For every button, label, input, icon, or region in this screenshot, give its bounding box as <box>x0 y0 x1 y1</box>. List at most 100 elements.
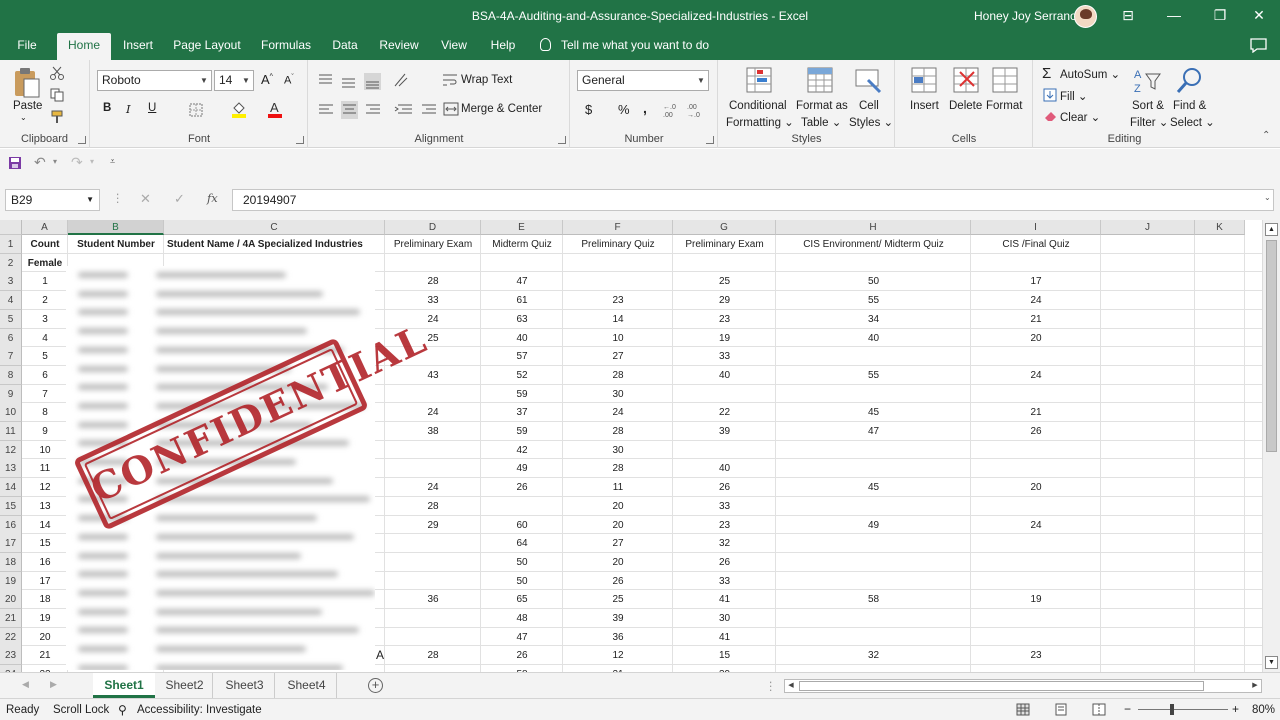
table-cell[interactable]: 39 <box>673 422 776 441</box>
column-title-cell[interactable]: Student Name / 4A Specialized Industries <box>164 235 385 254</box>
expand-formula-bar-icon[interactable]: ⌄ <box>1264 193 1271 202</box>
row-header[interactable]: 16 <box>0 516 22 535</box>
tab-page-layout[interactable]: Page Layout <box>170 33 244 60</box>
table-cell[interactable]: 26 <box>563 572 673 591</box>
table-cell[interactable]: 55 <box>776 366 971 385</box>
table-cell[interactable]: 26 <box>971 422 1101 441</box>
row-header[interactable]: 24 <box>0 665 22 672</box>
table-cell[interactable]: 33 <box>673 347 776 366</box>
tab-data[interactable]: Data <box>326 33 364 60</box>
row-header[interactable]: 8 <box>0 366 22 385</box>
column-header-g[interactable]: G <box>673 220 776 235</box>
table-cell[interactable]: 37 <box>481 403 563 422</box>
table-cell[interactable]: 15 <box>22 534 68 553</box>
table-cell[interactable]: 10 <box>22 441 68 460</box>
tell-me-search[interactable]: Tell me what you want to do <box>540 38 709 52</box>
tab-formulas[interactable]: Formulas <box>254 33 318 60</box>
table-cell[interactable]: 60 <box>481 516 563 535</box>
table-cell[interactable]: 24 <box>563 403 673 422</box>
decimal-icons[interactable]: ←.0.00.00→.0 <box>663 102 709 118</box>
table-cell[interactable]: 34 <box>776 310 971 329</box>
table-cell[interactable]: 30 <box>563 385 673 404</box>
format-as-table-line2[interactable]: Table ⌄ <box>801 115 841 129</box>
table-cell[interactable]: 27 <box>563 347 673 366</box>
table-cell[interactable]: 14 <box>22 516 68 535</box>
table-cell[interactable]: 47 <box>481 628 563 647</box>
row-header[interactable]: 2 <box>0 254 22 273</box>
table-cell[interactable]: 2 <box>22 291 68 310</box>
page-break-view-icon[interactable] <box>1092 703 1106 716</box>
chevron-down-icon[interactable]: ▾ <box>90 157 94 166</box>
sort-filter-line2[interactable]: Filter ⌄ <box>1130 115 1168 129</box>
table-cell[interactable]: 40 <box>673 366 776 385</box>
delete-cells-icon[interactable] <box>952 66 980 96</box>
table-cell[interactable]: 21 <box>22 646 68 665</box>
chevron-down-icon[interactable]: ⌄ <box>20 113 27 122</box>
row-header[interactable]: 9 <box>0 385 22 404</box>
column-header-h[interactable]: H <box>776 220 971 235</box>
table-cell[interactable]: 41 <box>673 628 776 647</box>
table-cell[interactable]: 25 <box>563 590 673 609</box>
table-cell[interactable]: 52 <box>481 366 563 385</box>
tab-help[interactable]: Help <box>484 33 522 60</box>
accessibility-status[interactable]: Accessibility: Investigate <box>137 704 262 716</box>
clear-button[interactable]: Clear ⌄ <box>1060 110 1100 124</box>
column-title-cell[interactable]: Preliminary Quiz <box>563 235 673 254</box>
normal-view-icon[interactable] <box>1016 703 1030 716</box>
table-cell[interactable]: 28 <box>385 272 481 291</box>
enter-icon[interactable]: ✓ <box>174 191 185 207</box>
table-cell[interactable]: 6 <box>22 366 68 385</box>
conditional-formatting-line1[interactable]: Conditional <box>729 100 787 112</box>
table-cell[interactable]: 4 <box>22 329 68 348</box>
row-header[interactable]: 13 <box>0 459 22 478</box>
table-cell[interactable]: 14 <box>563 310 673 329</box>
collapse-ribbon-icon[interactable]: ⌃ <box>1262 130 1270 141</box>
column-header-i[interactable]: I <box>971 220 1101 235</box>
table-cell[interactable]: 21 <box>971 310 1101 329</box>
table-cell[interactable]: 24 <box>385 403 481 422</box>
conditional-formatting-icon[interactable] <box>745 66 775 96</box>
italic-button[interactable]: I <box>126 102 131 116</box>
font-launcher-icon[interactable] <box>296 136 304 144</box>
row-header[interactable]: 22 <box>0 628 22 647</box>
horizontal-scroll-thumb[interactable] <box>799 681 1204 691</box>
row-header[interactable]: 21 <box>0 609 22 628</box>
table-cell[interactable]: 20 <box>563 553 673 572</box>
autosum-icon[interactable]: Σ <box>1042 65 1051 82</box>
column-header-f[interactable]: F <box>563 220 673 235</box>
scroll-up-icon[interactable]: ▲ <box>1265 223 1278 236</box>
format-button[interactable]: Format <box>986 100 1022 112</box>
table-cell[interactable]: 47 <box>481 272 563 291</box>
table-cell[interactable]: 30 <box>563 441 673 460</box>
table-cell[interactable]: 23 <box>563 291 673 310</box>
table-cell[interactable]: 17 <box>22 572 68 591</box>
select-all-corner[interactable] <box>0 220 22 235</box>
table-cell[interactable]: 23 <box>673 516 776 535</box>
table-cell[interactable]: 33 <box>673 497 776 516</box>
sheet-tab-2[interactable]: Sheet2 <box>157 673 213 698</box>
table-cell[interactable]: 26 <box>673 553 776 572</box>
copy-icon[interactable] <box>50 88 64 102</box>
clipboard-launcher-icon[interactable] <box>78 136 86 144</box>
table-cell[interactable]: 24 <box>385 478 481 497</box>
prev-sheet-icon[interactable]: ◀ <box>22 679 29 690</box>
table-cell[interactable]: 65 <box>481 590 563 609</box>
decrease-font-icon[interactable]: Aˇ <box>284 74 294 87</box>
table-cell[interactable]: 40 <box>481 329 563 348</box>
format-painter-icon[interactable] <box>50 110 64 124</box>
row-header[interactable]: 4 <box>0 291 22 310</box>
row-header[interactable]: 6 <box>0 329 22 348</box>
format-cells-icon[interactable] <box>991 66 1019 96</box>
column-header-b[interactable]: B <box>68 220 164 235</box>
table-cell[interactable]: 33 <box>673 572 776 591</box>
bold-button[interactable]: B <box>103 102 111 114</box>
next-sheet-icon[interactable]: ▶ <box>50 679 57 690</box>
table-cell[interactable]: 32 <box>776 646 971 665</box>
table-cell[interactable]: 45 <box>776 403 971 422</box>
insert-cells-icon[interactable] <box>910 66 938 96</box>
delete-button[interactable]: Delete <box>949 100 982 112</box>
zoom-level[interactable]: 80% <box>1252 704 1275 716</box>
alignment-launcher-icon[interactable] <box>558 136 566 144</box>
table-cell[interactable]: 59 <box>481 385 563 404</box>
fill-color-icon[interactable] <box>231 100 247 118</box>
